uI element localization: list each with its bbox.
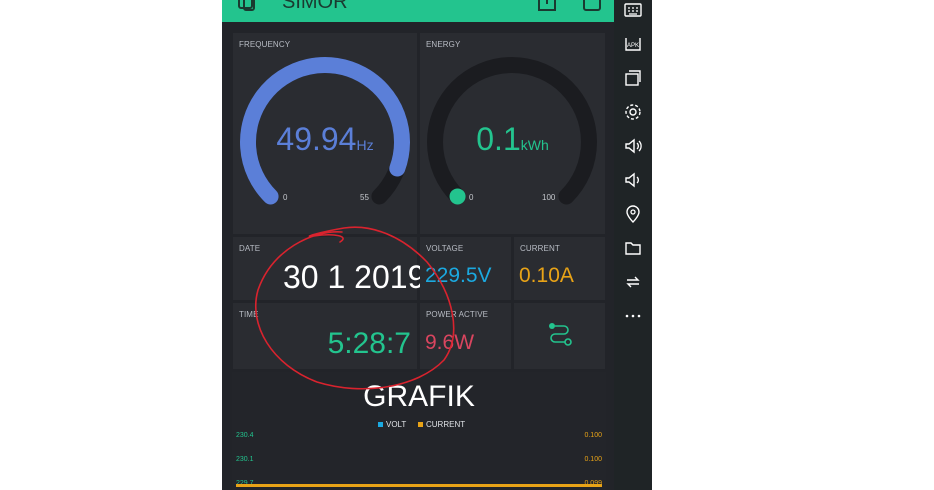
app-title: SIMOR: [282, 0, 348, 13]
frequency-number: 49.94: [276, 121, 357, 157]
legend-volt-label: VOLT: [386, 420, 407, 429]
energy-max: 100: [542, 193, 556, 202]
energy-unit: kWh: [520, 137, 549, 153]
energy-min: 0: [469, 193, 474, 202]
play-icon[interactable]: [582, 0, 604, 17]
frequency-value: 49.94Hz: [233, 121, 417, 158]
date-value: 30 1 2019: [283, 259, 426, 295]
more-icon[interactable]: [623, 306, 643, 326]
voltage-label: VOLTAGE: [426, 244, 464, 253]
energy-gauge-fill: [449, 188, 466, 205]
y-right-tick: 0.100: [584, 456, 602, 463]
y-right-tick: 0.100: [584, 432, 602, 439]
route-icon: [547, 321, 573, 356]
legend-current-label: CURRENT: [426, 420, 466, 429]
graph-title: GRAFIK: [363, 380, 475, 413]
share-icon[interactable]: [536, 0, 558, 17]
apk-icon[interactable]: APK: [623, 34, 643, 54]
power-active-display[interactable]: POWER ACTIVE 9.6W: [420, 303, 511, 369]
date-display[interactable]: DATE 30 1 2019: [233, 237, 425, 300]
y-left-tick: 230.1: [236, 456, 254, 463]
frequency-gauge[interactable]: FREQUENCY 49.94Hz 0 55: [233, 33, 417, 234]
location-icon[interactable]: [623, 204, 643, 224]
devices-icon[interactable]: [236, 0, 258, 17]
power-active-value: 9.6W: [425, 331, 475, 354]
current-series-line: [236, 484, 602, 487]
legend-volt[interactable]: VOLT: [378, 420, 406, 429]
energy-value: 0.1kWh: [420, 121, 605, 158]
frequency-min: 0: [283, 193, 288, 202]
folder-icon[interactable]: [623, 238, 643, 258]
superchart[interactable]: GRAFIK VOLT CURRENT 230.4 230.1 229.7 0.…: [232, 372, 606, 490]
time-display[interactable]: TIME 5:28:7: [233, 303, 417, 369]
current-label: CURRENT: [520, 244, 560, 253]
eventor-widget[interactable]: [514, 303, 605, 369]
legend-volt-swatch: [378, 422, 383, 427]
frequency-unit: Hz: [356, 137, 374, 153]
settings-icon[interactable]: [623, 102, 643, 122]
current-display[interactable]: CURRENT 0.10A: [514, 237, 605, 300]
emulator-toolbar: APK: [614, 0, 652, 490]
app-header: SIMOR: [222, 0, 614, 22]
voltage-display[interactable]: VOLTAGE 229.5V: [420, 237, 511, 300]
svg-text:APK: APK: [627, 43, 639, 49]
rotate-icon[interactable]: [623, 272, 643, 292]
time-value: 5:28:7: [327, 327, 411, 360]
voltage-value: 229.5V: [425, 264, 492, 287]
frequency-max: 55: [360, 193, 369, 202]
current-value: 0.10A: [519, 264, 574, 287]
volume-up-icon[interactable]: [623, 136, 643, 156]
y-left-tick: 230.4: [236, 432, 254, 439]
legend-current[interactable]: CURRENT: [418, 420, 465, 429]
date-label: DATE: [239, 244, 261, 253]
app-screen: SIMOR FREQUENCY 49.94Hz 0 55 ENERGY 0.1k…: [222, 0, 614, 490]
power-active-label: POWER ACTIVE: [426, 310, 489, 319]
time-label: TIME: [239, 310, 259, 319]
energy-number: 0.1: [476, 121, 521, 157]
volume-down-icon[interactable]: [623, 170, 643, 190]
legend-current-swatch: [418, 422, 423, 427]
copy-window-icon[interactable]: [623, 68, 643, 88]
energy-gauge[interactable]: ENERGY 0.1kWh 0 100: [420, 33, 605, 234]
keyboard-icon[interactable]: [623, 0, 643, 20]
